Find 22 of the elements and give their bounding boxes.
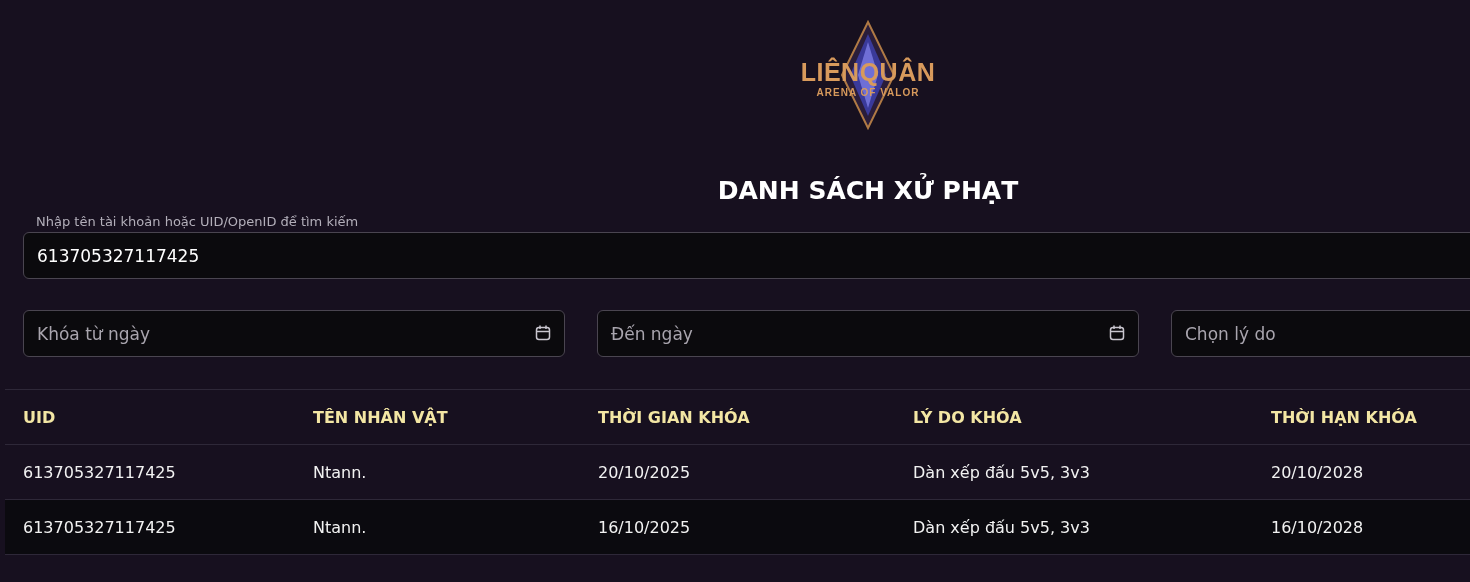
table-cell-text: Ntann. xyxy=(313,517,368,537)
date-field[interactable]: Đến ngày xyxy=(597,310,1139,357)
table-cell-text: 613705327117425 xyxy=(23,517,177,537)
search-label: Nhập tên tài khoản hoặc UID/OpenID để tìm kiếm xyxy=(36,214,360,230)
calendar-icon xyxy=(534,324,552,342)
date-field[interactable]: Khóa từ ngày xyxy=(23,310,565,357)
column-header: THỜI HẠN KHÓA xyxy=(1271,407,1418,427)
column-header: UID xyxy=(23,407,57,427)
search-field[interactable]: 613705327117425 xyxy=(23,232,1470,279)
table-cell-text: 16/10/2025 xyxy=(598,517,692,537)
column-header: THỜI GIAN KHÓA xyxy=(598,407,751,427)
column-header: TÊN NHÂN VẬT xyxy=(313,407,449,427)
table-cell-text: Ntann. xyxy=(313,462,368,482)
table-cell-text: 20/10/2028 xyxy=(1271,462,1365,482)
table-cell-text: 20/10/2025 xyxy=(598,462,692,482)
table-cell-text: 613705327117425 xyxy=(23,462,177,482)
table-cell-text: Dàn xếp đấu 5v5, 3v3 xyxy=(913,462,1091,482)
column-header: LÝ DO KHÓA xyxy=(913,407,1023,427)
table-cell-text: Dàn xếp đấu 5v5, 3v3 xyxy=(913,517,1091,537)
calendar-icon xyxy=(1108,324,1126,342)
table-cell-text: 16/10/2028 xyxy=(1271,517,1365,537)
select-field[interactable]: Chọn lý do xyxy=(1171,310,1470,357)
